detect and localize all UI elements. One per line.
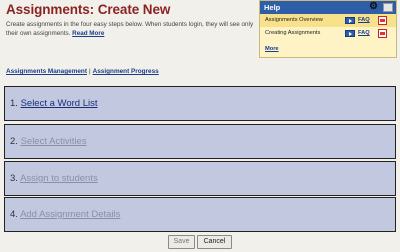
help-item-label[interactable]: Creating Assignments bbox=[265, 30, 320, 36]
step-label[interactable]: Assign to students bbox=[20, 173, 98, 184]
step-assign-to-students[interactable]: 3. Assign to students bbox=[4, 161, 396, 196]
help-item-label[interactable]: Assignments Overview bbox=[265, 17, 323, 23]
step-select-word-list[interactable]: 1. Select a Word List bbox=[4, 86, 396, 121]
step-label[interactable]: Select a Word List bbox=[21, 98, 98, 109]
step-number: 4. bbox=[10, 209, 18, 220]
help-more-link[interactable]: More bbox=[265, 46, 279, 52]
page-title: Assignments: Create New bbox=[6, 2, 171, 17]
help-title: Help bbox=[264, 3, 281, 12]
step-number: 1. bbox=[10, 98, 18, 109]
gear-icon[interactable]: ⚙ bbox=[369, 1, 378, 13]
step-add-assignment-details[interactable]: 4. Add Assignment Details bbox=[4, 197, 396, 232]
step-label[interactable]: Add Assignment Details bbox=[20, 209, 120, 220]
pdf-icon[interactable] bbox=[378, 29, 387, 38]
step-select-activities[interactable]: 2. Select Activities bbox=[4, 124, 396, 159]
image-icon[interactable] bbox=[383, 3, 393, 12]
video-icon[interactable] bbox=[345, 30, 355, 37]
help-item-assignments-overview[interactable]: Assignments Overview FAQ bbox=[260, 14, 396, 27]
save-button[interactable]: Save bbox=[168, 235, 195, 249]
intro-text: Create assignments in the four easy step… bbox=[6, 20, 256, 38]
assignment-progress-link[interactable]: Assignment Progress bbox=[93, 68, 159, 75]
faq-link[interactable]: FAQ bbox=[358, 30, 370, 36]
cancel-button[interactable]: Cancel bbox=[197, 235, 232, 249]
video-icon[interactable] bbox=[345, 17, 355, 24]
help-item-creating-assignments[interactable]: Creating Assignments FAQ bbox=[260, 27, 396, 40]
step-number: 2. bbox=[10, 136, 18, 147]
faq-link[interactable]: FAQ bbox=[358, 17, 370, 23]
help-header: Help ⚙ bbox=[260, 1, 396, 14]
step-number: 3. bbox=[10, 173, 18, 184]
intro-description: Create assignments in the four easy step… bbox=[6, 21, 254, 37]
read-more-link[interactable]: Read More bbox=[72, 30, 104, 37]
assignments-management-link[interactable]: Assignments Management bbox=[6, 68, 87, 75]
step-label[interactable]: Select Activities bbox=[21, 136, 87, 147]
sub-navigation: Assignments Management | Assignment Progre… bbox=[6, 68, 159, 75]
help-panel: Help ⚙ Assignments Overview FAQ Creating… bbox=[259, 0, 397, 58]
pdf-icon[interactable] bbox=[378, 16, 387, 25]
